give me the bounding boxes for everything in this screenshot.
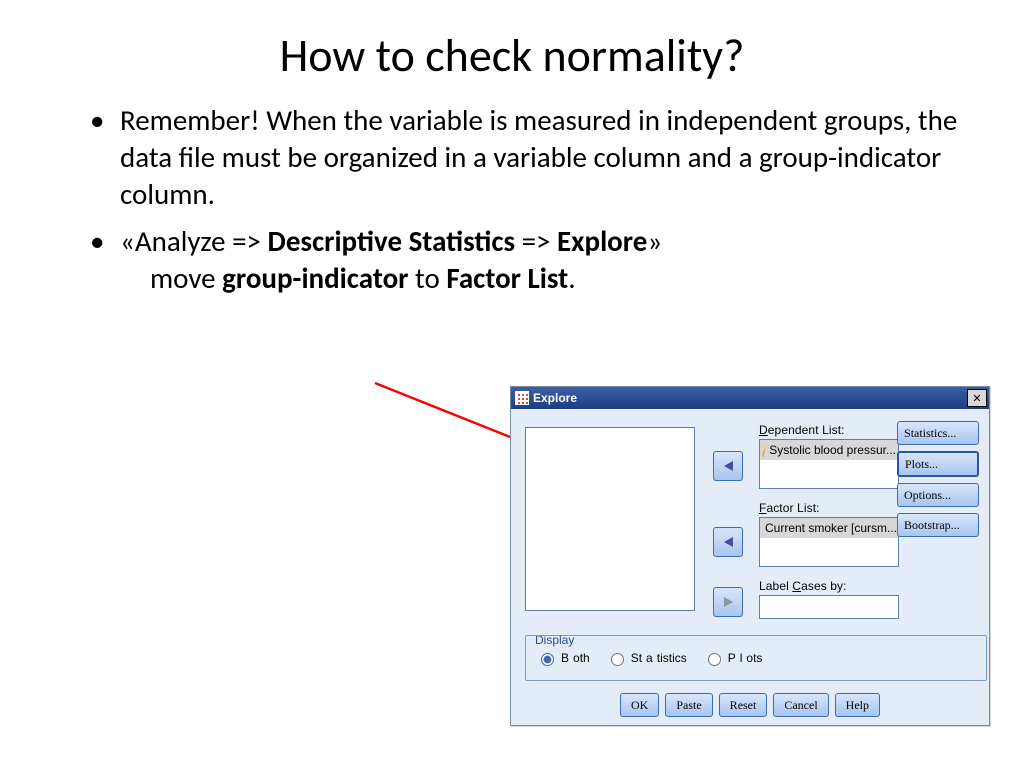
- factor-list[interactable]: Current smoker [cursm...: [759, 517, 899, 567]
- options-button[interactable]: Options...: [897, 483, 979, 507]
- bullet-2: «Analyze => Descriptive Statistics => Ex…: [90, 223, 964, 297]
- list-item-label: Current smoker [cursm...: [765, 521, 897, 535]
- u: S: [904, 426, 911, 441]
- bootstrap-button[interactable]: Bootstrap...: [897, 513, 979, 537]
- dependent-list[interactable]: Systolic blood pressur...: [759, 439, 899, 489]
- label-cases-label: Label Cases by:: [759, 579, 897, 593]
- arrow-left-icon: [724, 537, 733, 547]
- source-variable-list[interactable]: [525, 427, 695, 611]
- dependent-list-label: Dependent List:: [759, 423, 897, 437]
- label-cases-list[interactable]: [759, 595, 899, 619]
- text: Label: [759, 579, 792, 593]
- text-bold: Explore: [557, 223, 647, 259]
- bullet-1: Remember! When the variable is measured …: [90, 102, 964, 213]
- text: s...: [924, 457, 938, 472]
- dialog-button-row: OK Paste Reset Cancel Help: [511, 693, 989, 717]
- move-to-factor-button[interactable]: [713, 527, 743, 557]
- page-number: 34: [982, 764, 1000, 768]
- paste-button[interactable]: Paste: [665, 693, 712, 717]
- text: tistics: [657, 651, 687, 665]
- bullet-list: Remember! When the variable is measured …: [0, 102, 964, 298]
- text: C: [792, 579, 801, 593]
- reset-button[interactable]: Reset: [719, 693, 768, 717]
- text: .: [568, 260, 575, 296]
- list-item-label: Systolic blood pressur...: [769, 443, 896, 457]
- text: Plo: [905, 457, 921, 472]
- text: »: [647, 223, 662, 259]
- bullet-2-line2: move group-indicator to Factor List.: [120, 260, 964, 297]
- close-button[interactable]: ✕: [967, 389, 987, 407]
- text: ases by:: [801, 579, 847, 593]
- text: P: [728, 651, 736, 665]
- spss-icon: [515, 391, 529, 405]
- ok-button[interactable]: OK: [620, 693, 659, 717]
- dialog-titlebar[interactable]: Explore ✕: [511, 387, 989, 409]
- u: B: [561, 651, 569, 665]
- text: to: [409, 260, 447, 296]
- statistics-button[interactable]: Statistics...: [897, 421, 979, 445]
- cancel-button[interactable]: Cancel: [773, 693, 828, 717]
- text: oth: [573, 651, 590, 665]
- arrow-right-icon: [724, 597, 733, 607]
- display-plots-radio[interactable]: Plots: [703, 650, 763, 666]
- dialog-title: Explore: [533, 391, 577, 405]
- help-button[interactable]: Help: [835, 693, 880, 717]
- text: aste: [683, 698, 702, 713]
- text: move: [150, 260, 222, 296]
- display-group: Both Sta tistics Plots: [525, 635, 987, 681]
- u: O: [904, 488, 913, 503]
- explore-dialog: Explore ✕ Dependent List: Systolic blood…: [510, 386, 990, 726]
- u: P: [676, 698, 683, 713]
- display-both-radio[interactable]: Both: [536, 650, 590, 666]
- u: a: [646, 651, 653, 665]
- factor-list-label: Factor List:: [759, 501, 897, 515]
- display-statistics-radio[interactable]: Sta tistics: [606, 650, 687, 666]
- text: =>: [515, 223, 557, 259]
- text: eset: [738, 698, 757, 713]
- list-item[interactable]: Systolic blood pressur...: [760, 440, 898, 460]
- move-to-labelcases-button[interactable]: [713, 587, 743, 617]
- move-to-dependent-button[interactable]: [713, 451, 743, 481]
- arrow-left-icon: [724, 461, 733, 471]
- text-bold: Factor List: [446, 260, 568, 296]
- list-item[interactable]: Current smoker [cursm...: [760, 518, 898, 538]
- slide-title: How to check normality?: [0, 28, 1024, 84]
- text: ots: [746, 651, 762, 665]
- scale-variable-icon: [762, 443, 766, 457]
- plots-button[interactable]: Plots...: [897, 451, 979, 477]
- text: St: [631, 651, 642, 665]
- u: B: [904, 518, 912, 533]
- text-bold: Descriptive Statistics: [268, 223, 515, 259]
- text: ptions...: [913, 488, 951, 503]
- text: tatistics...: [911, 426, 957, 441]
- text: ootstrap...: [912, 518, 960, 533]
- u: l: [740, 651, 743, 665]
- text-bold: group-indicator: [222, 260, 408, 296]
- text: «Analyze =>: [120, 223, 268, 259]
- u: R: [730, 698, 738, 713]
